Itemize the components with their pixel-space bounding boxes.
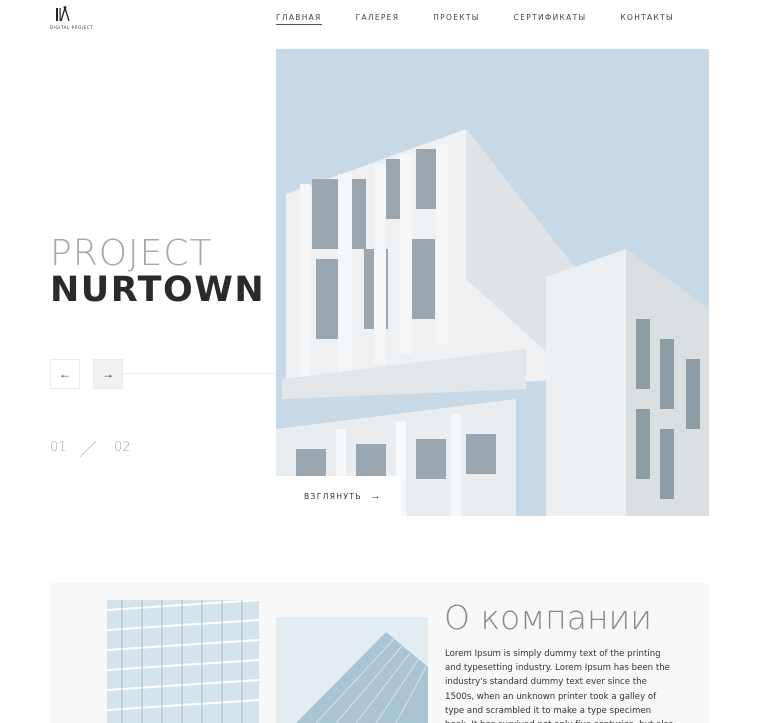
hero-title-light: PROJECT	[50, 233, 213, 274]
slide-total-number: 02	[114, 440, 131, 455]
logo-text: DIGITAL PROJECT	[50, 25, 94, 30]
slider-divider	[108, 373, 276, 374]
arrow-left-icon: ←	[59, 367, 71, 381]
about-image-glass-facade	[276, 617, 428, 723]
nav-item-home[interactable]: ГЛАВНАЯ	[276, 13, 322, 25]
nav-item-gallery[interactable]: ГАЛЕРЕЯ	[356, 13, 400, 25]
slide-separator	[79, 440, 97, 458]
look-button-label: ВЗГЛЯНУТЬ	[304, 491, 362, 501]
nav-item-certificates[interactable]: СЕРТИФИКАТЫ	[514, 13, 587, 25]
main-nav: ГЛАВНАЯ ГАЛЕРЕЯ ПРОЕКТЫ СЕРТИФИКАТЫ КОНТ…	[276, 13, 708, 25]
slide-current-number: 01	[50, 440, 67, 455]
nav-item-contacts[interactable]: КОНТАКТЫ	[620, 13, 674, 25]
about-title: О компании	[444, 598, 652, 637]
look-button[interactable]: ВЗГЛЯНУТЬ →	[276, 476, 401, 516]
logo-icon	[56, 5, 70, 22]
hero-building-image	[276, 49, 709, 516]
slider-prev-button[interactable]: ←	[50, 359, 80, 389]
nav-item-projects[interactable]: ПРОЕКТЫ	[433, 13, 479, 25]
logo[interactable]: DIGITAL PROJECT	[50, 5, 94, 33]
hero-title-bold: NURTOWN	[50, 270, 266, 310]
about-text: Lorem Ipsum is simply dummy text of the …	[445, 649, 674, 723]
arrow-right-icon: →	[369, 490, 381, 502]
slider-next-button[interactable]: →	[93, 359, 123, 389]
arrow-right-icon: →	[102, 367, 114, 381]
about-image-glass-tower	[107, 600, 259, 723]
